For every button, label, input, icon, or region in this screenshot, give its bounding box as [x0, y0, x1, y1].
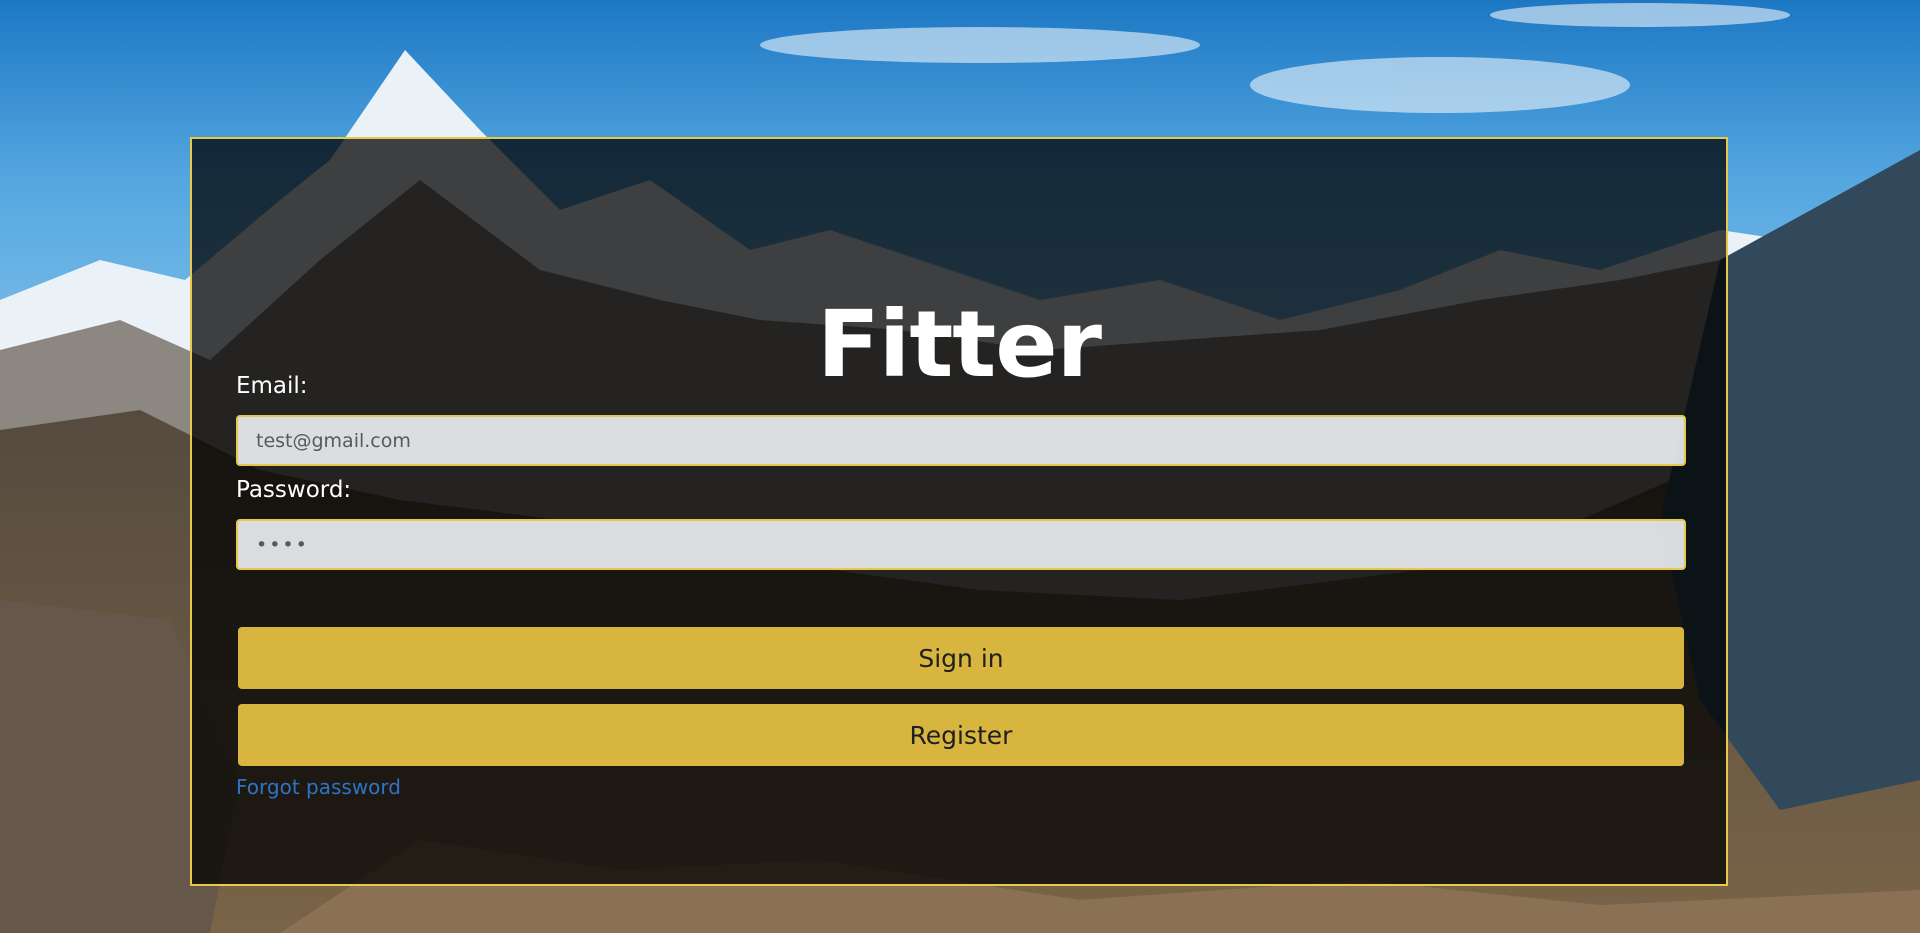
login-card: Fitter Email: Password: Sign in Register… — [190, 137, 1728, 886]
email-input[interactable] — [236, 415, 1686, 466]
email-label: Email: — [236, 373, 308, 399]
register-button[interactable]: Register — [238, 704, 1684, 766]
sign-in-button[interactable]: Sign in — [238, 627, 1684, 689]
app-title: Fitter — [816, 290, 1102, 398]
password-input[interactable] — [236, 519, 1686, 570]
password-label: Password: — [236, 477, 352, 503]
login-screen: Fitter Email: Password: Sign in Register… — [0, 0, 1920, 933]
forgot-password-link[interactable]: Forgot password — [236, 775, 401, 799]
